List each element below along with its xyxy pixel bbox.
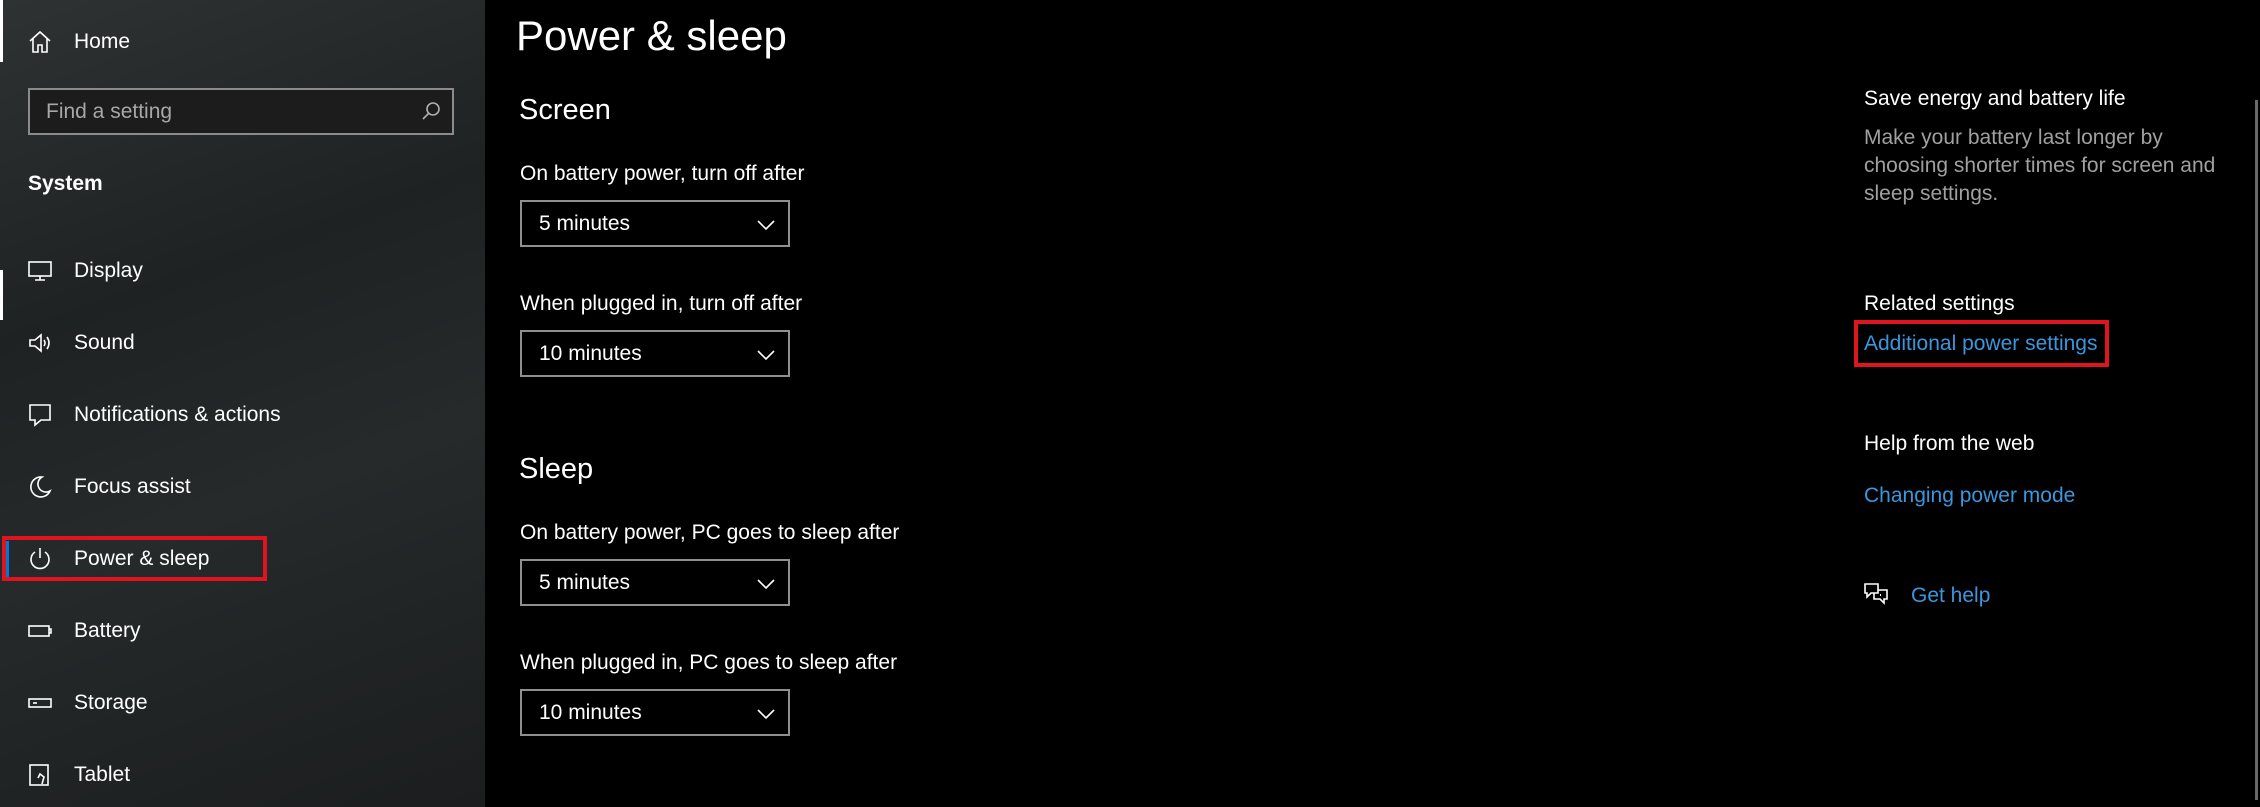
- speaker-icon: [26, 329, 54, 357]
- display-icon: [26, 257, 54, 285]
- power-icon: [26, 545, 54, 573]
- tablet-icon: [26, 761, 54, 789]
- settings-window: Home System Display: [0, 0, 2260, 807]
- sleep-heading: Sleep: [519, 453, 594, 485]
- dropdown-value: 5 minutes: [539, 570, 631, 594]
- sidebar-item-storage[interactable]: Storage: [0, 673, 485, 733]
- section-title: System: [28, 172, 103, 195]
- sleep-plugged-label: When plugged in, PC goes to sleep after: [520, 651, 898, 674]
- chevron-down-icon: [756, 574, 776, 599]
- help-from-web-heading: Help from the web: [1864, 432, 2035, 455]
- search-box[interactable]: [28, 88, 454, 135]
- changing-power-mode-link[interactable]: Changing power mode: [1864, 484, 2075, 508]
- moon-icon: [26, 473, 54, 501]
- sidebar-item-label: Tablet: [74, 763, 131, 786]
- related-settings-heading: Related settings: [1864, 292, 2015, 315]
- selection-indicator: [4, 541, 9, 577]
- screen-heading: Screen: [519, 94, 611, 126]
- screen-plugged-dropdown[interactable]: 10 minutes: [520, 330, 790, 377]
- chevron-down-icon: [756, 345, 776, 370]
- sidebar-item-label: Home: [74, 30, 131, 53]
- sleep-battery-label: On battery power, PC goes to sleep after: [520, 521, 900, 544]
- save-energy-heading: Save energy and battery life: [1864, 87, 2126, 110]
- dropdown-value: 5 minutes: [539, 211, 631, 235]
- sidebar-item-label: Battery: [74, 619, 141, 642]
- notification-icon: [26, 401, 54, 429]
- sleep-plugged-dropdown[interactable]: 10 minutes: [520, 689, 790, 736]
- sidebar-item-notifications[interactable]: Notifications & actions: [0, 385, 485, 445]
- save-energy-description: Make your battery last longer by choosin…: [1864, 126, 2216, 205]
- sidebar-item-power-sleep[interactable]: Power & sleep: [0, 529, 485, 589]
- sidebar: Home System Display: [0, 0, 485, 807]
- battery-icon: [26, 617, 54, 645]
- sidebar-item-focus-assist[interactable]: Focus assist: [0, 457, 485, 517]
- sidebar-item-display[interactable]: Display: [0, 241, 485, 301]
- get-help-link[interactable]: Get help: [1911, 584, 1990, 608]
- scrollbar[interactable]: [2255, 100, 2258, 800]
- chat-help-icon: [1862, 580, 1890, 611]
- search-input[interactable]: [30, 98, 408, 125]
- sidebar-item-home[interactable]: Home: [0, 14, 485, 70]
- sidebar-item-label: Power & sleep: [74, 547, 210, 570]
- dropdown-value: 10 minutes: [539, 341, 642, 365]
- sidebar-item-label: Storage: [74, 691, 148, 714]
- screen-plugged-label: When plugged in, turn off after: [520, 292, 803, 315]
- sidebar-item-label: Focus assist: [74, 475, 191, 498]
- home-icon: [26, 28, 54, 56]
- dropdown-value: 10 minutes: [539, 700, 642, 724]
- additional-power-settings-link[interactable]: Additional power settings: [1864, 332, 2097, 356]
- chevron-down-icon: [756, 215, 776, 240]
- search-icon[interactable]: [420, 100, 442, 127]
- sidebar-item-battery[interactable]: Battery: [0, 601, 485, 661]
- screen-battery-dropdown[interactable]: 5 minutes: [520, 200, 790, 247]
- sidebar-item-label: Notifications & actions: [74, 403, 281, 426]
- sidebar-item-label: Sound: [74, 331, 135, 354]
- storage-icon: [26, 689, 54, 717]
- screen-battery-label: On battery power, turn off after: [520, 162, 805, 185]
- sleep-battery-dropdown[interactable]: 5 minutes: [520, 559, 790, 606]
- chevron-down-icon: [756, 704, 776, 729]
- sidebar-item-tablet[interactable]: Tablet: [0, 745, 485, 805]
- sidebar-item-sound[interactable]: Sound: [0, 313, 485, 373]
- page-title: Power & sleep: [516, 12, 787, 59]
- sidebar-item-label: Display: [74, 259, 143, 282]
